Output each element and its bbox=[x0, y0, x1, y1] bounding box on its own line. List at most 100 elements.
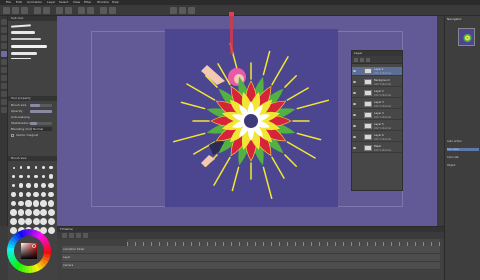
brush-preset-2[interactable] bbox=[11, 31, 35, 34]
brush-size-swatch[interactable] bbox=[11, 183, 16, 188]
timeline-playhead[interactable] bbox=[230, 12, 233, 54]
color-wheel[interactable] bbox=[6, 228, 52, 274]
brush-size-swatch[interactable] bbox=[33, 183, 39, 188]
brush-size-swatch[interactable] bbox=[34, 174, 38, 179]
brush-size-swatch[interactable] bbox=[26, 183, 31, 188]
snap-icon[interactable] bbox=[87, 7, 94, 14]
new-layer-icon[interactable] bbox=[354, 58, 358, 62]
layer-row[interactable]: Layer 3 100 % Normal bbox=[352, 100, 402, 109]
layer-row[interactable]: Layer 2 100 % Normal bbox=[352, 89, 402, 98]
text-tool-icon[interactable] bbox=[1, 107, 7, 113]
brush-size-swatch[interactable] bbox=[40, 218, 47, 225]
brush-size-swatch[interactable] bbox=[47, 209, 55, 216]
layer-row[interactable]: Background 100 % Normal bbox=[352, 78, 402, 87]
brush-size-swatch[interactable] bbox=[17, 209, 25, 216]
eye-icon[interactable] bbox=[353, 92, 356, 94]
layer-row[interactable]: Paper 100 % Normal bbox=[352, 144, 402, 153]
eye-icon[interactable] bbox=[353, 147, 356, 149]
brush-size-swatch[interactable] bbox=[25, 200, 32, 207]
brush-size-swatch[interactable] bbox=[18, 200, 24, 207]
brush-size-swatch[interactable] bbox=[25, 209, 32, 216]
brush-size-swatch[interactable] bbox=[10, 209, 17, 216]
eye-icon[interactable] bbox=[353, 81, 356, 83]
brush-size-swatch[interactable] bbox=[40, 200, 47, 207]
artboard[interactable] bbox=[165, 29, 338, 207]
brush-size-swatch[interactable] bbox=[10, 218, 17, 225]
eraser-tool-icon[interactable] bbox=[1, 75, 7, 81]
play-icon[interactable] bbox=[170, 7, 177, 14]
eye-icon[interactable] bbox=[353, 103, 356, 105]
brush-size-swatch[interactable] bbox=[32, 209, 40, 216]
brush-preset-4[interactable] bbox=[11, 45, 47, 48]
eye-icon[interactable] bbox=[353, 125, 356, 127]
timeline-track-folder[interactable]: Animation folder bbox=[62, 246, 440, 254]
layer-row[interactable]: Layer 1 100 % Normal bbox=[352, 67, 402, 76]
delete-layer-icon[interactable] bbox=[366, 58, 370, 62]
color-set-label[interactable]: Color set bbox=[447, 156, 459, 159]
brush-size-swatch[interactable] bbox=[48, 174, 54, 179]
brush-size-swatch[interactable] bbox=[27, 166, 30, 169]
brush-size-swatch[interactable] bbox=[33, 191, 39, 198]
light-table-icon[interactable] bbox=[179, 7, 186, 14]
zoom-tool-icon[interactable] bbox=[1, 19, 7, 25]
vector-magnet-checkbox[interactable] bbox=[11, 134, 14, 137]
layer-row[interactable]: Layer 4 100 % Normal bbox=[352, 111, 402, 120]
timeline-track-camera[interactable]: Camera bbox=[62, 262, 440, 270]
grid-icon[interactable] bbox=[109, 7, 116, 14]
sub-view-label[interactable]: Sub view bbox=[447, 148, 479, 151]
brush-size-swatch[interactable] bbox=[40, 209, 47, 216]
brush-size-swatch[interactable] bbox=[48, 182, 54, 189]
brush-size-slider[interactable] bbox=[30, 104, 52, 107]
eye-icon[interactable] bbox=[353, 70, 356, 72]
brush-preset-1[interactable] bbox=[10, 24, 32, 28]
transform-icon[interactable] bbox=[78, 7, 85, 14]
brush-size-swatch[interactable] bbox=[12, 175, 15, 178]
stabilization-slider[interactable] bbox=[30, 122, 52, 125]
brush-size-swatch[interactable] bbox=[12, 166, 15, 169]
brush-size-swatch[interactable] bbox=[34, 166, 38, 169]
fill-icon[interactable] bbox=[65, 7, 72, 14]
brush-size-swatch[interactable] bbox=[25, 218, 32, 225]
next-frame-button[interactable] bbox=[83, 233, 88, 238]
brush-preset-3[interactable] bbox=[11, 38, 41, 40]
stop-button[interactable] bbox=[69, 233, 74, 238]
eye-icon[interactable] bbox=[353, 114, 356, 116]
gradient-tool-icon[interactable] bbox=[1, 91, 7, 97]
brush-size-swatch[interactable] bbox=[41, 183, 46, 188]
brush-size-swatch[interactable] bbox=[41, 174, 46, 179]
eye-icon[interactable] bbox=[353, 136, 356, 138]
new-folder-icon[interactable] bbox=[360, 58, 364, 62]
timeline-track-layer[interactable]: Layer bbox=[62, 254, 440, 262]
shape-tool-icon[interactable] bbox=[1, 99, 7, 105]
brush-size-swatch[interactable] bbox=[47, 200, 55, 207]
pencil-tool-icon[interactable] bbox=[1, 59, 7, 65]
brush-size-swatch[interactable] bbox=[17, 218, 25, 225]
brush-size-swatch[interactable] bbox=[47, 218, 55, 225]
brush-size-swatch[interactable] bbox=[19, 166, 23, 169]
brush-size-swatch[interactable] bbox=[26, 174, 31, 179]
select-tool-icon[interactable] bbox=[1, 35, 7, 41]
onion-skin-icon[interactable] bbox=[188, 7, 195, 14]
save-icon[interactable] bbox=[21, 7, 28, 14]
ruler-icon[interactable] bbox=[100, 7, 107, 14]
brush-size-swatch[interactable] bbox=[25, 191, 32, 198]
brush-size-swatch[interactable] bbox=[18, 183, 24, 188]
opacity-slider[interactable] bbox=[30, 110, 52, 113]
object-label[interactable]: Object bbox=[447, 164, 455, 167]
open-file-icon[interactable] bbox=[12, 7, 19, 14]
brush-size-swatch[interactable] bbox=[11, 192, 16, 197]
brush-size-swatch[interactable] bbox=[48, 191, 54, 198]
eyedropper-tool-icon[interactable] bbox=[1, 43, 7, 49]
navigator-thumbnail[interactable] bbox=[458, 28, 475, 46]
undo-icon[interactable] bbox=[34, 7, 41, 14]
blending-mode-select[interactable]: Normal bbox=[32, 127, 52, 131]
timeline-ruler[interactable] bbox=[127, 239, 440, 246]
brush-size-swatch[interactable] bbox=[10, 200, 17, 207]
brush-tool-icon[interactable] bbox=[1, 67, 7, 73]
move-tool-icon[interactable] bbox=[1, 27, 7, 33]
new-file-icon[interactable] bbox=[3, 7, 10, 14]
play-button[interactable] bbox=[62, 233, 67, 238]
fill-tool-icon[interactable] bbox=[1, 83, 7, 89]
brush-size-swatch[interactable] bbox=[32, 200, 40, 207]
brush-size-swatch[interactable] bbox=[49, 165, 53, 170]
